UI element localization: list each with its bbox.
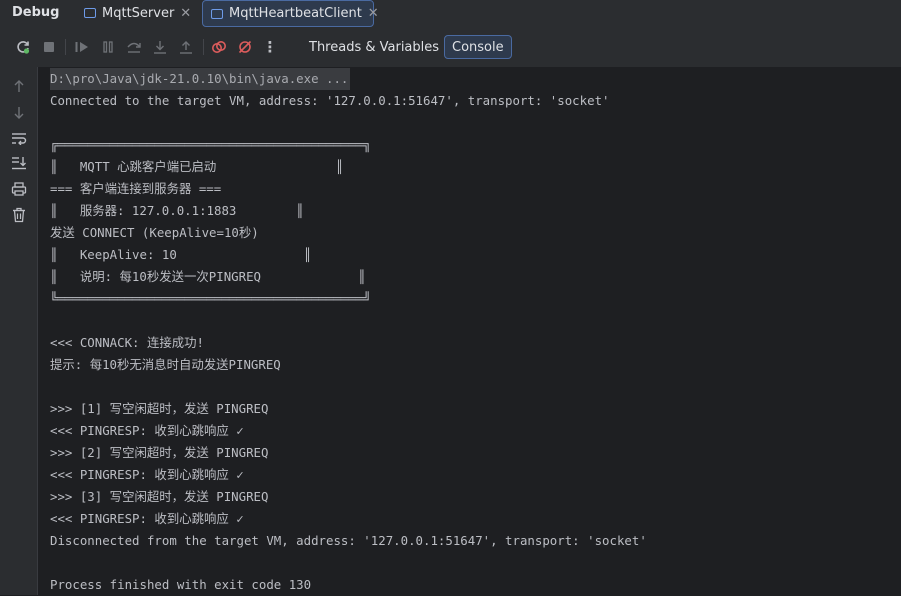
console-line: Process finished with exit code 130 bbox=[50, 577, 312, 592]
console-line: Disconnected from the target VM, address… bbox=[50, 533, 647, 548]
step-out-icon[interactable] bbox=[176, 37, 196, 57]
mute-breakpoints-icon[interactable] bbox=[235, 37, 255, 57]
console-line: ║ 说明: 每10秒发送一次PINGREQ ║ bbox=[50, 269, 366, 284]
down-arrow-icon[interactable] bbox=[9, 103, 29, 123]
debug-toolbar: ⋮ Threads & Variables Console bbox=[0, 27, 901, 67]
clear-icon[interactable] bbox=[9, 205, 29, 225]
more-icon[interactable]: ⋮ bbox=[260, 37, 280, 57]
tab-label: MqttServer bbox=[102, 5, 175, 21]
view-breakpoints-icon[interactable] bbox=[209, 37, 229, 57]
close-icon[interactable]: ✕ bbox=[368, 6, 379, 21]
console-line: >>> [3] 写空闲超时，发送 PINGREQ bbox=[50, 489, 269, 504]
console-line: Connected to the target VM, address: '12… bbox=[50, 93, 610, 108]
console-output[interactable]: D:\pro\Java\jdk-21.0.10\bin\java.exe ...… bbox=[50, 67, 895, 592]
console-line: <<< CONNACK: 连接成功! bbox=[50, 335, 204, 350]
console-line: ╚═══════════════════════════════════════… bbox=[50, 291, 371, 306]
console-line: ║ KeepAlive: 10 ║ bbox=[50, 247, 312, 262]
command-line[interactable]: D:\pro\Java\jdk-21.0.10\bin\java.exe ... bbox=[50, 68, 351, 90]
scroll-to-end-icon[interactable] bbox=[9, 153, 29, 173]
console-line: <<< PINGRESP: 收到心跳响应 ✓ bbox=[50, 423, 244, 438]
tab-label: MqttHeartbeatClient bbox=[229, 6, 362, 21]
step-over-icon[interactable] bbox=[124, 37, 144, 57]
console-line: <<< PINGRESP: 收到心跳响应 ✓ bbox=[50, 511, 244, 526]
run-config-icon bbox=[211, 8, 223, 19]
console-line: >>> [2] 写空闲超时，发送 PINGREQ bbox=[50, 445, 269, 460]
step-into-icon[interactable] bbox=[150, 37, 170, 57]
console-line: ╔═══════════════════════════════════════… bbox=[50, 137, 371, 152]
stop-icon[interactable] bbox=[39, 37, 59, 57]
tab-console[interactable]: Console bbox=[444, 35, 512, 59]
console-side-toolbar bbox=[0, 67, 38, 595]
tab-mqtt-heartbeat-client[interactable]: MqttHeartbeatClient ✕ bbox=[202, 0, 379, 27]
tab-threads-variables[interactable]: Threads & Variables bbox=[302, 35, 446, 59]
console-line: >>> [1] 写空闲超时，发送 PINGREQ bbox=[50, 401, 269, 416]
print-icon[interactable] bbox=[9, 179, 29, 199]
close-icon[interactable]: ✕ bbox=[180, 6, 191, 21]
rerun-icon[interactable] bbox=[13, 37, 33, 57]
resume-icon[interactable] bbox=[72, 37, 92, 57]
toolbar-separator bbox=[203, 39, 204, 55]
console-line: ║ 服务器: 127.0.0.1:1883 ║ bbox=[50, 203, 304, 218]
pause-icon[interactable] bbox=[98, 37, 118, 57]
console-line: <<< PINGRESP: 收到心跳响应 ✓ bbox=[50, 467, 244, 482]
window-title: Debug bbox=[12, 5, 60, 20]
tab-mqtt-server[interactable]: MqttServer ✕ bbox=[76, 0, 196, 26]
console-line: 提示: 每10秒无消息时自动发送PINGREQ bbox=[50, 357, 281, 372]
up-arrow-icon[interactable] bbox=[9, 76, 29, 96]
toolbar-separator bbox=[65, 39, 66, 55]
console-line: ║ MQTT 心跳客户端已启动 ║ bbox=[50, 159, 344, 174]
run-config-icon bbox=[84, 8, 96, 18]
console-line: === 客户端连接到服务器 === bbox=[50, 181, 222, 196]
tab-bar: Debug MqttServer ✕ MqttHeartbeatClient ✕ bbox=[0, 0, 901, 27]
console-line: 发送 CONNECT (KeepAlive=10秒) bbox=[50, 225, 259, 240]
soft-wrap-icon[interactable] bbox=[9, 128, 29, 148]
